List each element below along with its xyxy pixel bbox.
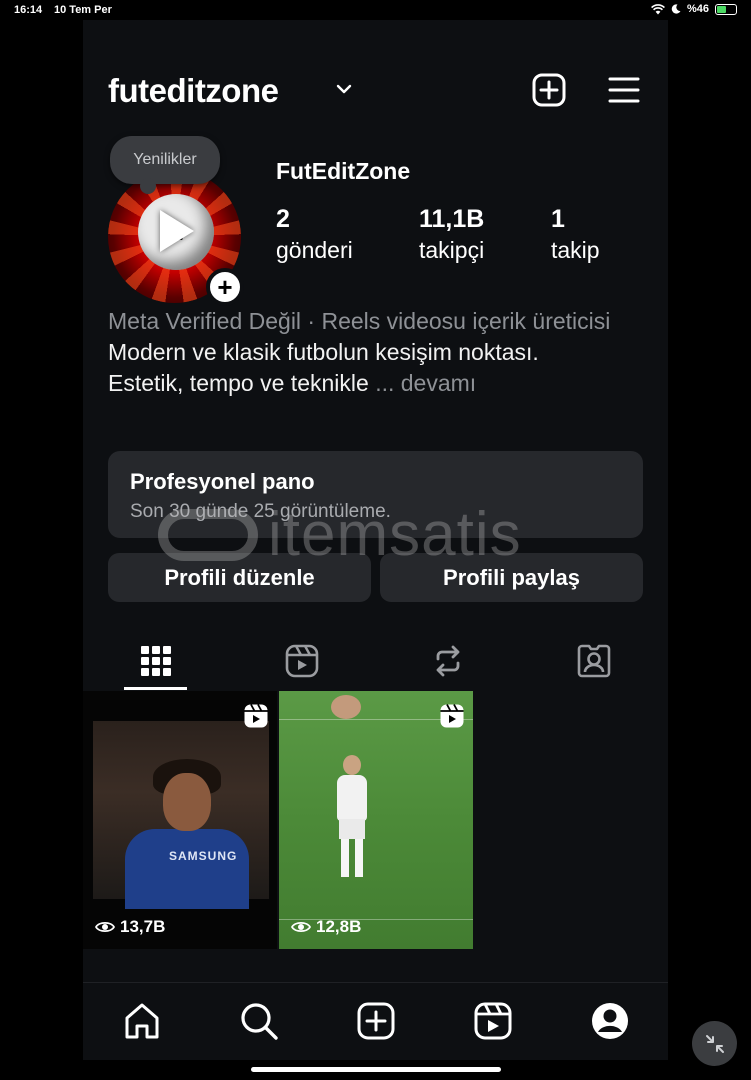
dashboard-subtitle: Son 30 günde 25 görüntüleme. [130,501,391,522]
profile-bio: Meta Verified Değil · Reels videosu içer… [108,306,648,399]
stat-value: 2 [276,205,290,233]
eye-icon [291,921,311,933]
reel-badge-icon [440,704,464,728]
wifi-icon [651,3,665,14]
view-count-value: 12,8B [316,917,362,936]
tab-posts-grid[interactable] [83,632,229,690]
share-profile-button[interactable]: Profili paylaş [380,553,643,602]
stat-followers[interactable]: 11,1B takipçi [419,204,484,266]
play-icon [160,210,194,252]
posts-grid: SAMSUNG 13,7B 12,8B [83,691,668,951]
thumbnail-image [279,691,473,949]
profile-category: Meta Verified Değil · Reels videosu içer… [108,308,611,334]
bio-more-link[interactable]: ... devamı [375,370,476,396]
tagged-icon [577,644,611,678]
moon-icon [671,4,681,14]
search-icon[interactable] [239,1001,279,1041]
reels-icon[interactable] [473,1001,513,1041]
chevron-down-icon[interactable] [335,80,353,98]
stat-posts[interactable]: 2 gönderi [276,204,353,266]
stat-value: 11,1B [419,205,485,233]
bio-line: Estetik, tempo ve teknikle ... devamı [108,368,648,399]
create-icon[interactable] [356,1001,396,1041]
post-thumbnail[interactable]: 12,8B [279,691,473,949]
instagram-profile-screen: futeditzone + Yenilikler FutEditZone 2 g… [83,20,668,1060]
create-plus-icon[interactable] [531,72,567,108]
profile-tabs [83,632,668,692]
bio-text: Estetik, tempo ve teknikle [108,370,369,396]
home-icon[interactable] [122,1001,162,1041]
status-bar: 16:14 10 Tem Per %46 [0,0,751,20]
tab-tagged[interactable] [521,632,667,690]
dashboard-title: Profesyonel pano [130,469,315,494]
minimize-button[interactable] [692,1021,737,1066]
battery-percent: %46 [686,3,709,15]
professional-dashboard[interactable]: Profesyonel pano Son 30 günde 25 görüntü… [108,451,643,538]
tab-reels[interactable] [229,632,375,690]
stat-following[interactable]: 1 takip [551,204,600,266]
view-count-value: 13,7B [120,917,166,936]
stat-label: gönderi [276,237,353,263]
tab-reposts[interactable] [375,632,521,690]
profile-icon[interactable] [590,1001,630,1041]
thumbnail-image: SAMSUNG [93,721,269,909]
home-indicator[interactable] [251,1067,501,1072]
grid-icon [141,646,171,676]
profile-topbar: futeditzone [83,68,668,116]
status-time: 16:14 [14,4,43,16]
edit-profile-button[interactable]: Profili düzenle [108,553,371,602]
profile-avatar[interactable]: + [108,170,244,306]
view-count: 13,7B [95,917,165,937]
reels-icon [285,644,319,678]
post-thumbnail[interactable]: SAMSUNG 13,7B [83,691,277,949]
battery-icon [715,3,737,15]
notes-bubble[interactable]: Yenilikler [110,136,220,194]
bio-line: Modern ve klasik futbolun kesişim noktas… [108,339,539,365]
account-switcher[interactable]: futeditzone [108,72,279,110]
stat-value: 1 [551,205,565,233]
menu-icon[interactable] [606,72,642,108]
stat-label: takipçi [419,237,485,263]
status-date: 10 Tem Per [54,4,112,16]
status-right: %46 [651,3,737,15]
bottom-navigation [83,982,668,1060]
active-tab-indicator [124,687,187,690]
collapse-arrows-icon [705,1034,724,1053]
stat-label: takip [551,237,600,263]
view-count: 12,8B [291,917,361,937]
eye-icon [95,921,115,933]
reposts-icon [436,645,460,677]
add-story-button[interactable]: + [206,268,244,306]
reel-badge-icon [244,704,268,728]
display-name: FutEditZone [276,158,411,184]
